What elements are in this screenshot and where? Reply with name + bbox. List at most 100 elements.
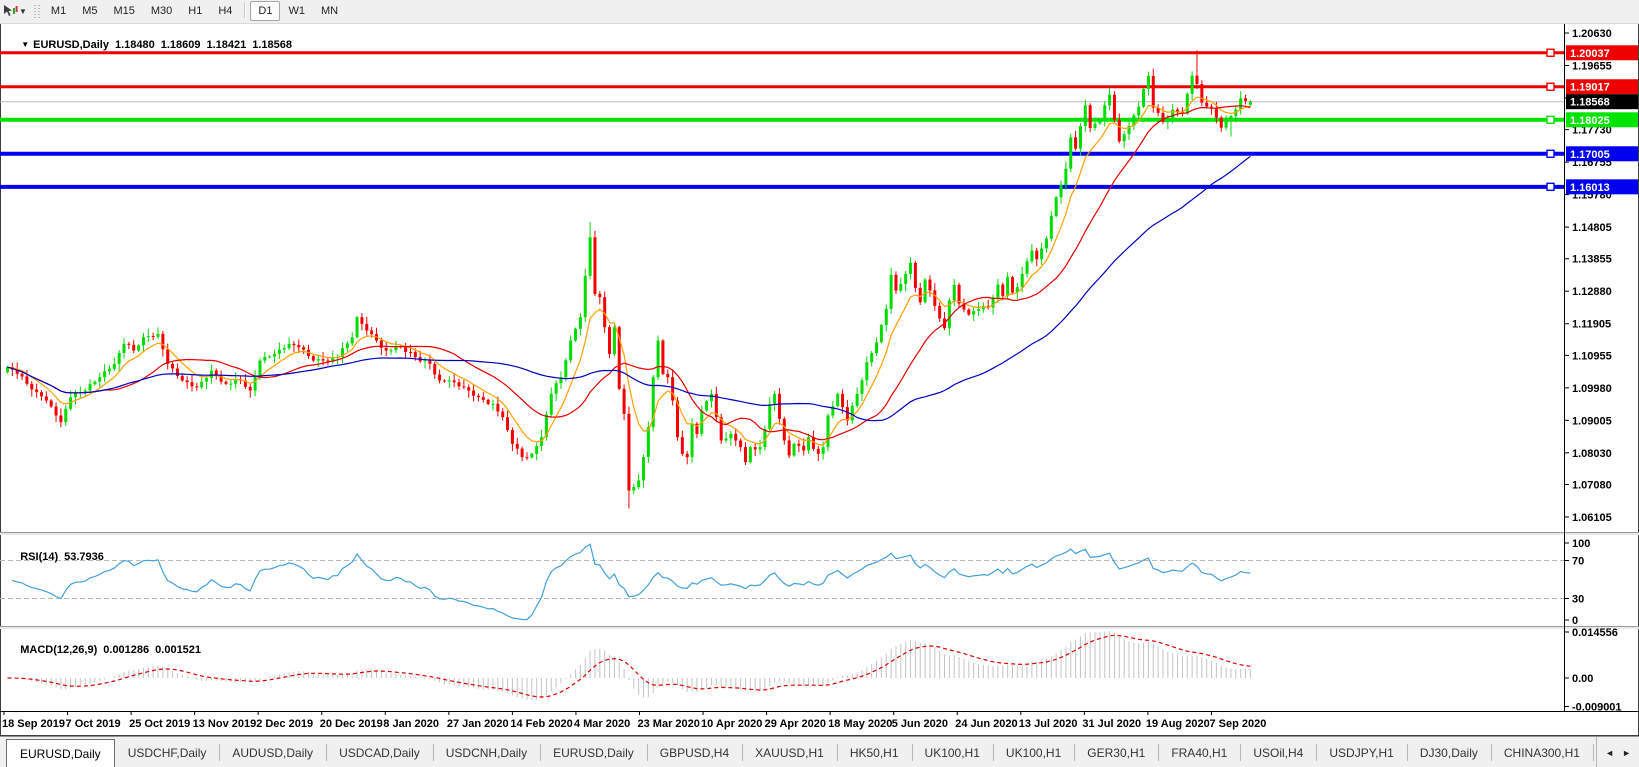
- candle-body: [370, 330, 374, 335]
- price-level-handle[interactable]: [1546, 115, 1555, 124]
- tab-usdcad-daily[interactable]: USDCAD,Daily: [326, 737, 433, 767]
- candle-body: [25, 376, 29, 384]
- tab-usoil-h1[interactable]: USOil,H1: [1592, 737, 1596, 767]
- candle-body: [685, 453, 689, 458]
- tab-fra40-h1[interactable]: FRA40,H1: [1158, 737, 1240, 767]
- candle-body: [1044, 238, 1048, 249]
- x-tick-label: 18 May 2020: [828, 718, 892, 730]
- tab-usdjpy-h1[interactable]: USDJPY,H1: [1316, 737, 1406, 767]
- candle-body: [491, 403, 495, 405]
- quote-open: 1.18480: [114, 39, 155, 51]
- tab-scroll-right-icon[interactable]: ►: [1622, 748, 1631, 758]
- timeframe-button-H4[interactable]: H4: [210, 1, 240, 21]
- candle-body: [515, 443, 519, 449]
- tab-ger30-h1[interactable]: GER30,H1: [1074, 737, 1158, 767]
- tab-scroll-left-icon[interactable]: ◄: [1605, 748, 1614, 758]
- candle-body: [151, 336, 155, 338]
- price-level-handle[interactable]: [1546, 182, 1555, 192]
- macd-tick-label: 0.00: [1572, 673, 1593, 685]
- price-level-handle[interactable]: [1546, 48, 1555, 57]
- candle-body: [1010, 277, 1014, 293]
- chart-menu-icon[interactable]: ▼: [21, 40, 29, 49]
- candle-body: [865, 362, 869, 381]
- timeframe-button-W1[interactable]: W1: [280, 1, 313, 21]
- candle-body: [608, 327, 612, 354]
- candle-body: [438, 374, 442, 381]
- candle-body: [593, 237, 597, 294]
- candle-body: [1020, 273, 1024, 288]
- candle-body: [467, 387, 471, 391]
- chevron-down-icon[interactable]: ▼: [19, 7, 27, 16]
- tab-usoil-h4[interactable]: USOil,H4: [1240, 737, 1316, 767]
- candle-body: [389, 350, 393, 352]
- candle-body: [739, 440, 743, 448]
- timeframe-button-D1[interactable]: D1: [250, 0, 281, 21]
- candle-body: [277, 349, 281, 354]
- candle-body: [1030, 250, 1034, 262]
- tab-uk100-h1[interactable]: UK100,H1: [911, 737, 993, 767]
- candle-body: [787, 440, 791, 456]
- candle-body: [773, 393, 777, 404]
- candle-body: [1083, 105, 1087, 127]
- candle-body: [200, 381, 204, 388]
- timeframe-button-MN[interactable]: MN: [313, 1, 346, 21]
- candle-body: [680, 437, 684, 454]
- tab-hk50-h1[interactable]: HK50,H1: [836, 737, 912, 767]
- chart-cursor-icon[interactable]: [2, 4, 18, 18]
- tab-uk100-h1[interactable]: UK100,H1: [992, 737, 1074, 767]
- macd-signal-value: 0.001521: [155, 644, 202, 656]
- candle-body: [656, 340, 660, 378]
- candle-body: [855, 393, 859, 406]
- tab-eurusd-daily[interactable]: EURUSD,Daily: [6, 739, 115, 767]
- tab-dj30-daily[interactable]: DJ30,Daily: [1406, 737, 1491, 767]
- symbol-label: EURUSD,Daily: [33, 39, 109, 51]
- candle-body: [850, 405, 854, 421]
- candle-body: [321, 359, 325, 361]
- candle-body: [263, 356, 267, 361]
- x-tick-label: 7 Sep 2020: [1209, 718, 1266, 730]
- x-tick-label: 5 Jun 2020: [892, 718, 948, 730]
- timeframe-button-M30[interactable]: M30: [143, 1, 180, 21]
- candle-body: [44, 396, 48, 401]
- candle-body: [195, 386, 199, 388]
- tab-eurusd-daily[interactable]: EURUSD,Daily: [540, 737, 647, 767]
- candle-body: [93, 381, 97, 385]
- candle-body: [1117, 119, 1121, 142]
- timeframe-button-M1[interactable]: M1: [43, 1, 74, 21]
- tab-xauusd-h1[interactable]: XAUUSD,H1: [742, 737, 837, 767]
- tab-audusd-daily[interactable]: AUDUSD,Daily: [219, 737, 326, 767]
- candle-body: [1078, 126, 1082, 149]
- rsi-indicator-label: RSI(14) 53.7936: [8, 539, 104, 575]
- candle-body: [870, 353, 874, 363]
- candle-body: [933, 290, 937, 306]
- price-tag-label: 1.18025: [1570, 115, 1610, 127]
- tab-china300-h1[interactable]: CHINA300,H1: [1490, 737, 1593, 767]
- timeframe-button-M15[interactable]: M15: [105, 1, 142, 21]
- tab-usdcnh-daily[interactable]: USDCNH,Daily: [432, 737, 540, 767]
- tab-gbpusd-h4[interactable]: GBPUSD,H4: [646, 737, 742, 767]
- timeframe-button-M5[interactable]: M5: [74, 1, 105, 21]
- candle-body: [894, 274, 898, 291]
- macd-tick-label: 0.014556: [1572, 627, 1618, 639]
- x-tick-label: 4 Mar 2020: [574, 718, 630, 730]
- price-level-handle[interactable]: [1546, 82, 1555, 91]
- toolbar-row: ▼ M1 M5 M15 M30 H1 H4 D1 W1 MN: [0, 0, 346, 21]
- candle-body: [1142, 88, 1146, 107]
- price-level-handle[interactable]: [1546, 149, 1555, 158]
- price-chart[interactable]: 1.206301.196551.186801.177301.167551.157…: [0, 0, 1639, 737]
- price-tag-label: 1.20037: [1570, 48, 1610, 60]
- candle-body: [287, 343, 291, 349]
- tab-usdchf-daily[interactable]: USDCHF,Daily: [115, 737, 220, 767]
- candle-body: [365, 323, 369, 331]
- quote-low: 1.18421: [206, 39, 247, 51]
- candle-body: [292, 343, 296, 346]
- candle-body: [661, 340, 665, 374]
- candle-body: [248, 386, 252, 391]
- candle-body: [1074, 137, 1078, 149]
- x-tick-label: 25 Oct 2019: [129, 718, 190, 730]
- timeframe-toolbar: ▼ M1 M5 M15 M30 H1 H4 D1 W1 MN: [0, 0, 1639, 24]
- y-tick-label: 1.09980: [1572, 383, 1612, 395]
- x-tick-label: 2 Dec 2019: [256, 718, 313, 730]
- candle-body: [535, 445, 539, 454]
- timeframe-button-H1[interactable]: H1: [180, 1, 210, 21]
